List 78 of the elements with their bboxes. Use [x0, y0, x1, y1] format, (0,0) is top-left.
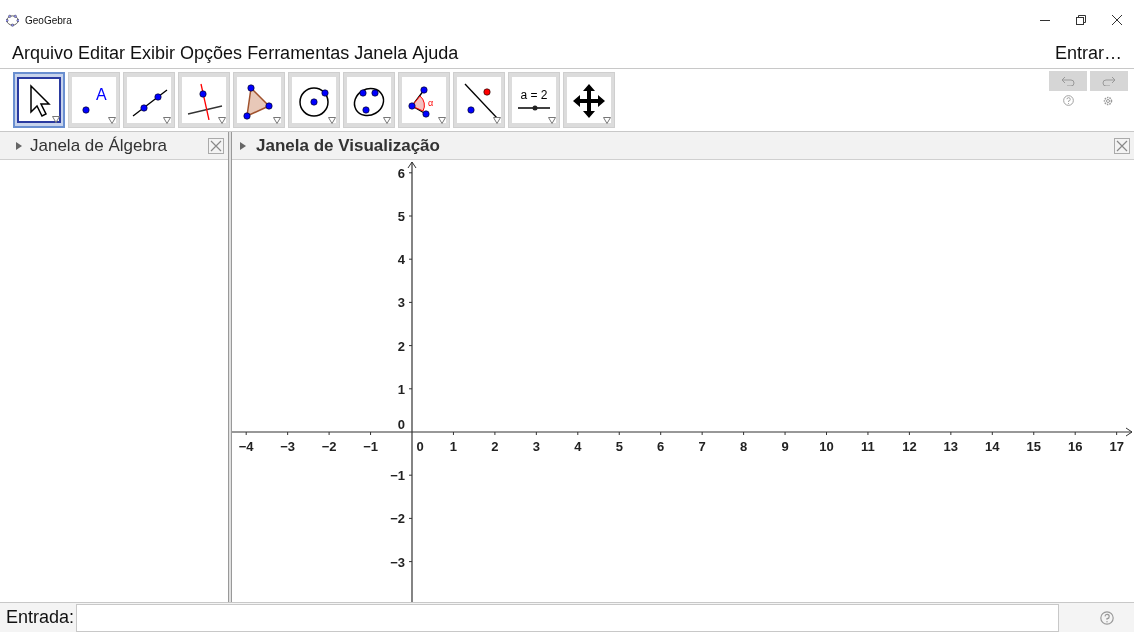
- dropdown-triangle-icon: [218, 117, 226, 124]
- x-axis-label: 17: [1109, 439, 1124, 454]
- x-axis-label: 10: [819, 439, 834, 454]
- menu-item[interactable]: Arquivo: [12, 44, 74, 62]
- menu-item[interactable]: Janela: [354, 44, 408, 62]
- x-axis-label: 15: [1026, 439, 1041, 454]
- x-axis-label: 14: [985, 439, 1000, 454]
- menu-item[interactable]: Opções: [180, 44, 243, 62]
- window-title: GeoGebra: [25, 13, 72, 28]
- x-axis-label: 11: [861, 439, 875, 454]
- close-panel-button[interactable]: [208, 137, 224, 154]
- x-axis-label: 8: [740, 439, 748, 454]
- algebra-panel-title: Janela de Álgebra: [30, 134, 168, 157]
- menu-item[interactable]: Ajuda: [412, 44, 459, 62]
- tool-button[interactable]: [233, 72, 285, 128]
- collapse-triangle-icon[interactable]: [16, 141, 22, 150]
- y-axis-label: −2: [390, 511, 405, 527]
- x-axis-label: 12: [902, 439, 917, 454]
- dropdown-triangle-icon: [603, 117, 611, 124]
- x-axis-label: 5: [615, 439, 623, 454]
- y-axis-label: 5: [397, 209, 405, 224]
- x-axis-label: 1: [449, 439, 458, 454]
- input-label: Entrada:: [6, 606, 75, 629]
- graphics-panel-title: Janela de Visualização: [256, 134, 440, 157]
- dropdown-triangle-icon: [273, 117, 281, 124]
- y-axis-label: 6: [397, 165, 405, 181]
- x-axis-label: −1: [363, 439, 378, 454]
- x-axis-label: 9: [781, 439, 789, 454]
- sign-in-link[interactable]: Entrar…: [1054, 44, 1122, 62]
- help-icon[interactable]: [1100, 610, 1114, 625]
- x-axis-label: 4: [574, 439, 582, 454]
- dropdown-triangle-icon: [52, 116, 60, 123]
- dropdown-triangle-icon: [548, 117, 556, 124]
- x-axis-label: 13: [943, 439, 959, 454]
- y-axis-label: 0: [397, 417, 405, 432]
- collapse-triangle-icon[interactable]: [240, 141, 246, 150]
- x-axis-label: 2: [491, 439, 499, 454]
- close-button[interactable]: [1112, 15, 1122, 25]
- tool-button[interactable]: [563, 72, 615, 128]
- app-logo-icon: [6, 13, 19, 27]
- tool-button[interactable]: α: [398, 72, 450, 128]
- menu-item[interactable]: Editar: [78, 44, 126, 62]
- y-axis-label: 1: [397, 381, 405, 397]
- x-axis-label: 6: [657, 439, 665, 454]
- dropdown-triangle-icon: [108, 117, 116, 124]
- tool-button[interactable]: a = 2: [508, 72, 560, 128]
- redo-arrow-icon: [1102, 76, 1116, 86]
- x-axis-label: 7: [698, 439, 706, 454]
- dropdown-triangle-icon: [493, 117, 501, 124]
- x-axis-label: −2: [321, 439, 337, 454]
- x-axis-label: −3: [280, 439, 296, 454]
- y-axis-label: −3: [390, 554, 405, 570]
- tool-button[interactable]: [343, 72, 395, 128]
- tool-button[interactable]: [453, 72, 505, 128]
- menu-item[interactable]: Ferramentas: [247, 44, 350, 62]
- x-axis-label: −4: [238, 439, 254, 454]
- x-axis-label: 16: [1067, 439, 1083, 454]
- dropdown-triangle-icon: [383, 117, 391, 124]
- x-axis-label: 3: [532, 439, 540, 454]
- restore-button[interactable]: [1076, 15, 1086, 25]
- menu-item[interactable]: Exibir: [130, 44, 176, 62]
- y-axis-label: −1: [390, 468, 405, 484]
- tool-button[interactable]: [13, 72, 65, 128]
- tool-button[interactable]: [288, 72, 340, 128]
- dropdown-triangle-icon: [163, 117, 171, 124]
- dropdown-triangle-icon: [438, 117, 446, 124]
- tool-button[interactable]: A: [68, 72, 120, 128]
- undo-arrow-icon: [1061, 76, 1075, 86]
- x-axis-label: 0: [416, 439, 424, 454]
- tool-button[interactable]: [178, 72, 230, 128]
- input-field[interactable]: [76, 603, 1060, 632]
- y-axis-label: 2: [397, 338, 405, 354]
- settings-icon[interactable]: [1102, 95, 1114, 107]
- close-panel-button[interactable]: [1114, 137, 1130, 154]
- dropdown-triangle-icon: [328, 117, 336, 124]
- tool-button[interactable]: [123, 72, 175, 128]
- y-axis-label: 4: [397, 252, 405, 268]
- y-axis-label: 3: [397, 295, 405, 311]
